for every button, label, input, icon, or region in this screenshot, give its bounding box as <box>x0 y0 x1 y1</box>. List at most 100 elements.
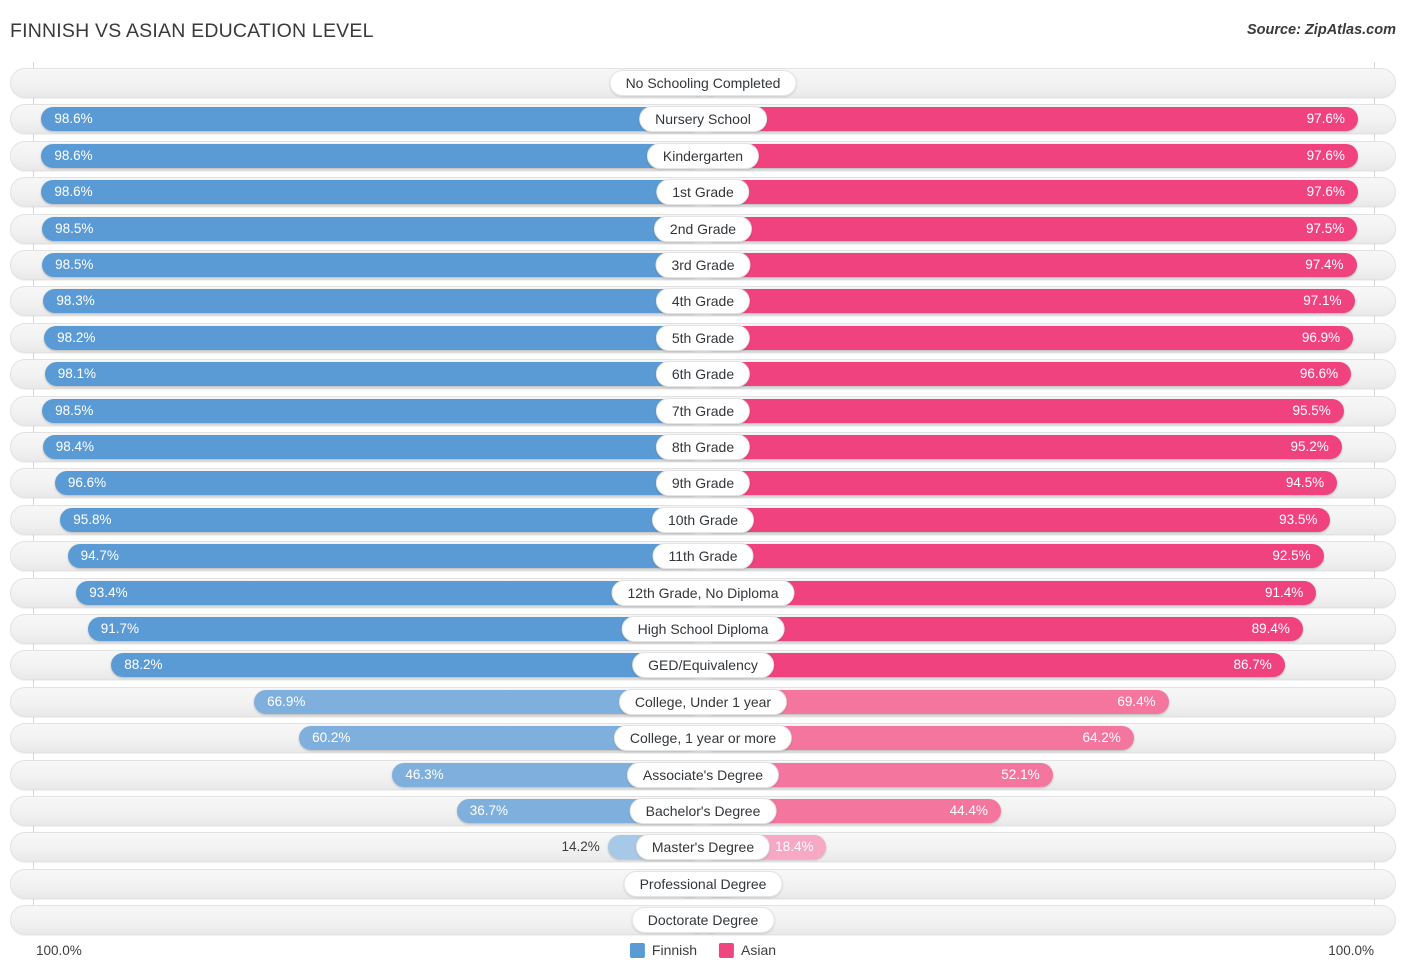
table-row: 98.5% 97.5% 2nd Grade <box>10 213 1396 244</box>
bar-asian: 89.4% <box>703 617 1303 641</box>
bar-value-asian: 97.4% <box>1305 257 1344 272</box>
legend-label: Asian <box>741 942 777 958</box>
bar-value-finnish: 98.5% <box>55 257 94 272</box>
table-row: 98.5% 95.5% 7th Grade <box>10 395 1396 426</box>
bar-value-asian: 95.2% <box>1290 439 1329 454</box>
bar-value-asian: 69.4% <box>1117 693 1156 709</box>
axis-max-left: 100.0% <box>36 943 82 958</box>
bar-value-finnish: 88.2% <box>124 657 163 673</box>
bar-asian: 97.5% <box>703 216 1358 241</box>
bar-asian: 96.6% <box>703 362 1352 387</box>
table-row: 98.5% 97.4% 3rd Grade <box>10 250 1396 280</box>
bar-value-asian: 86.7% <box>1233 657 1272 673</box>
bar-value-asian: 92.5% <box>1272 548 1311 564</box>
bar-finnish: 98.5% <box>42 398 703 423</box>
bar-value-finnish: 95.8% <box>73 511 112 527</box>
category-label: 5th Grade <box>655 324 751 351</box>
legend-swatch-icon <box>629 942 645 958</box>
bar-value-finnish: 98.5% <box>55 220 94 236</box>
bar-asian: 94.5% <box>703 471 1338 496</box>
table-row: 88.2% 86.7% GED/Equivalency <box>10 650 1396 681</box>
table-row: 4.2%5.5%Professional Degree <box>10 868 1396 899</box>
category-label: College, Under 1 year <box>618 688 788 715</box>
category-label: 4th Grade <box>655 288 751 315</box>
bar-value-finnish: 96.6% <box>67 475 107 491</box>
axis-max-right: 100.0% <box>1328 943 1374 958</box>
bar-value-finnish: 98.4% <box>55 439 95 454</box>
category-label: College, 1 year or more <box>613 725 793 752</box>
page-title: FINNISH VS ASIAN EDUCATION LEVEL <box>10 20 374 42</box>
bar-finnish: 95.8% <box>60 507 703 532</box>
bar-finnish: 98.1% <box>44 362 703 387</box>
bar-value-asian: 52.1% <box>1001 766 1040 782</box>
table-row: 98.6% 97.6% 1st Grade <box>10 177 1396 208</box>
table-row: 98.6% 97.6% Nursery School <box>10 104 1396 135</box>
bar-asian: 95.5% <box>703 398 1344 423</box>
category-label: Nursery School <box>639 106 767 133</box>
bar-asian: 93.5% <box>703 507 1331 532</box>
category-label: 6th Grade <box>655 361 751 388</box>
bar-value-finnish: 98.6% <box>54 147 93 163</box>
category-label: Kindergarten <box>646 142 760 169</box>
chart-page: FINNISH VS ASIAN EDUCATION LEVEL Source:… <box>0 0 1406 975</box>
bar-finnish: 98.6% <box>41 107 703 132</box>
bar-value-asian: 95.5% <box>1292 402 1331 418</box>
table-row: 46.3% 52.1% Associate's Degree <box>10 759 1396 790</box>
bar-value-finnish: 98.1% <box>57 366 97 382</box>
table-row: 60.2% 64.2% College, 1 year or more <box>10 723 1396 754</box>
bar-value-finnish: 66.9% <box>267 693 306 709</box>
bar-value-finnish: 93.4% <box>89 584 128 600</box>
bar-asian: 97.1% <box>703 289 1355 314</box>
bar-asian: 97.6% <box>703 107 1358 132</box>
bar-value-finnish: 98.3% <box>56 293 95 309</box>
bar-value-asian: 44.4% <box>949 803 988 818</box>
category-label: 2nd Grade <box>653 215 753 242</box>
table-row: 1.5%2.4%No Schooling Completed <box>10 68 1396 98</box>
table-row: 98.6% 97.6% Kindergarten <box>10 140 1396 171</box>
table-row: 36.7% 44.4% Bachelor's Degree <box>10 796 1396 826</box>
bar-asian: 97.6% <box>703 143 1358 168</box>
category-label: 1st Grade <box>656 179 750 206</box>
table-row: 96.6% 94.5% 9th Grade <box>10 468 1396 499</box>
category-label: 8th Grade <box>655 434 751 460</box>
category-label: GED/Equivalency <box>632 652 774 679</box>
category-label: 9th Grade <box>655 470 751 497</box>
legend-item-asian[interactable]: Asian <box>719 942 776 958</box>
bar-value-asian: 89.4% <box>1251 621 1290 636</box>
table-row: 94.7% 92.5% 11th Grade <box>10 541 1396 572</box>
table-row: 91.7% 89.4% High School Diploma <box>10 614 1396 644</box>
table-row: 98.2% 96.9% 5th Grade <box>10 322 1396 353</box>
bar-finnish: 93.4% <box>76 580 703 605</box>
bar-asian: 91.4% <box>703 580 1317 605</box>
bar-value-asian: 64.2% <box>1082 730 1121 746</box>
bar-value-asian: 97.6% <box>1306 184 1345 200</box>
bar-finnish: 98.5% <box>42 253 703 277</box>
bar-value-asian: 96.9% <box>1301 329 1341 345</box>
bar-value-finnish: 46.3% <box>405 766 444 782</box>
category-label: 12th Grade, No Diploma <box>611 579 795 606</box>
category-label: 11th Grade <box>652 543 754 570</box>
legend-swatch-icon <box>719 942 735 958</box>
category-label: Doctorate Degree <box>631 907 775 934</box>
category-label: Professional Degree <box>623 870 783 897</box>
bar-value-finnish: 91.7% <box>100 621 139 636</box>
bar-finnish: 96.6% <box>54 471 703 496</box>
table-row: 1.8%2.4%Doctorate Degree <box>10 905 1396 936</box>
bar-finnish: 91.7% <box>87 617 703 641</box>
table-row: 95.8% 93.5% 10th Grade <box>10 504 1396 535</box>
bar-finnish: 98.3% <box>43 289 703 314</box>
table-row: 93.4% 91.4% 12th Grade, No Diploma <box>10 577 1396 608</box>
bar-value-finnish: 14.2% <box>561 839 600 855</box>
bar-value-asian: 97.6% <box>1306 147 1345 163</box>
bar-value-asian: 97.6% <box>1306 111 1345 127</box>
bar-asian: 92.5% <box>703 544 1324 569</box>
bar-asian: 95.2% <box>703 435 1342 459</box>
bar-value-asian: 97.1% <box>1303 293 1342 309</box>
category-label: No Schooling Completed <box>609 70 797 96</box>
legend-label: Finnish <box>651 942 698 958</box>
bar-finnish: 98.4% <box>42 435 703 459</box>
legend-item-finnish[interactable]: Finnish <box>629 942 698 958</box>
table-row: 66.9% 69.4% College, Under 1 year <box>10 686 1396 717</box>
bar-asian: 97.4% <box>703 253 1357 277</box>
bar-asian: 96.9% <box>703 325 1354 350</box>
